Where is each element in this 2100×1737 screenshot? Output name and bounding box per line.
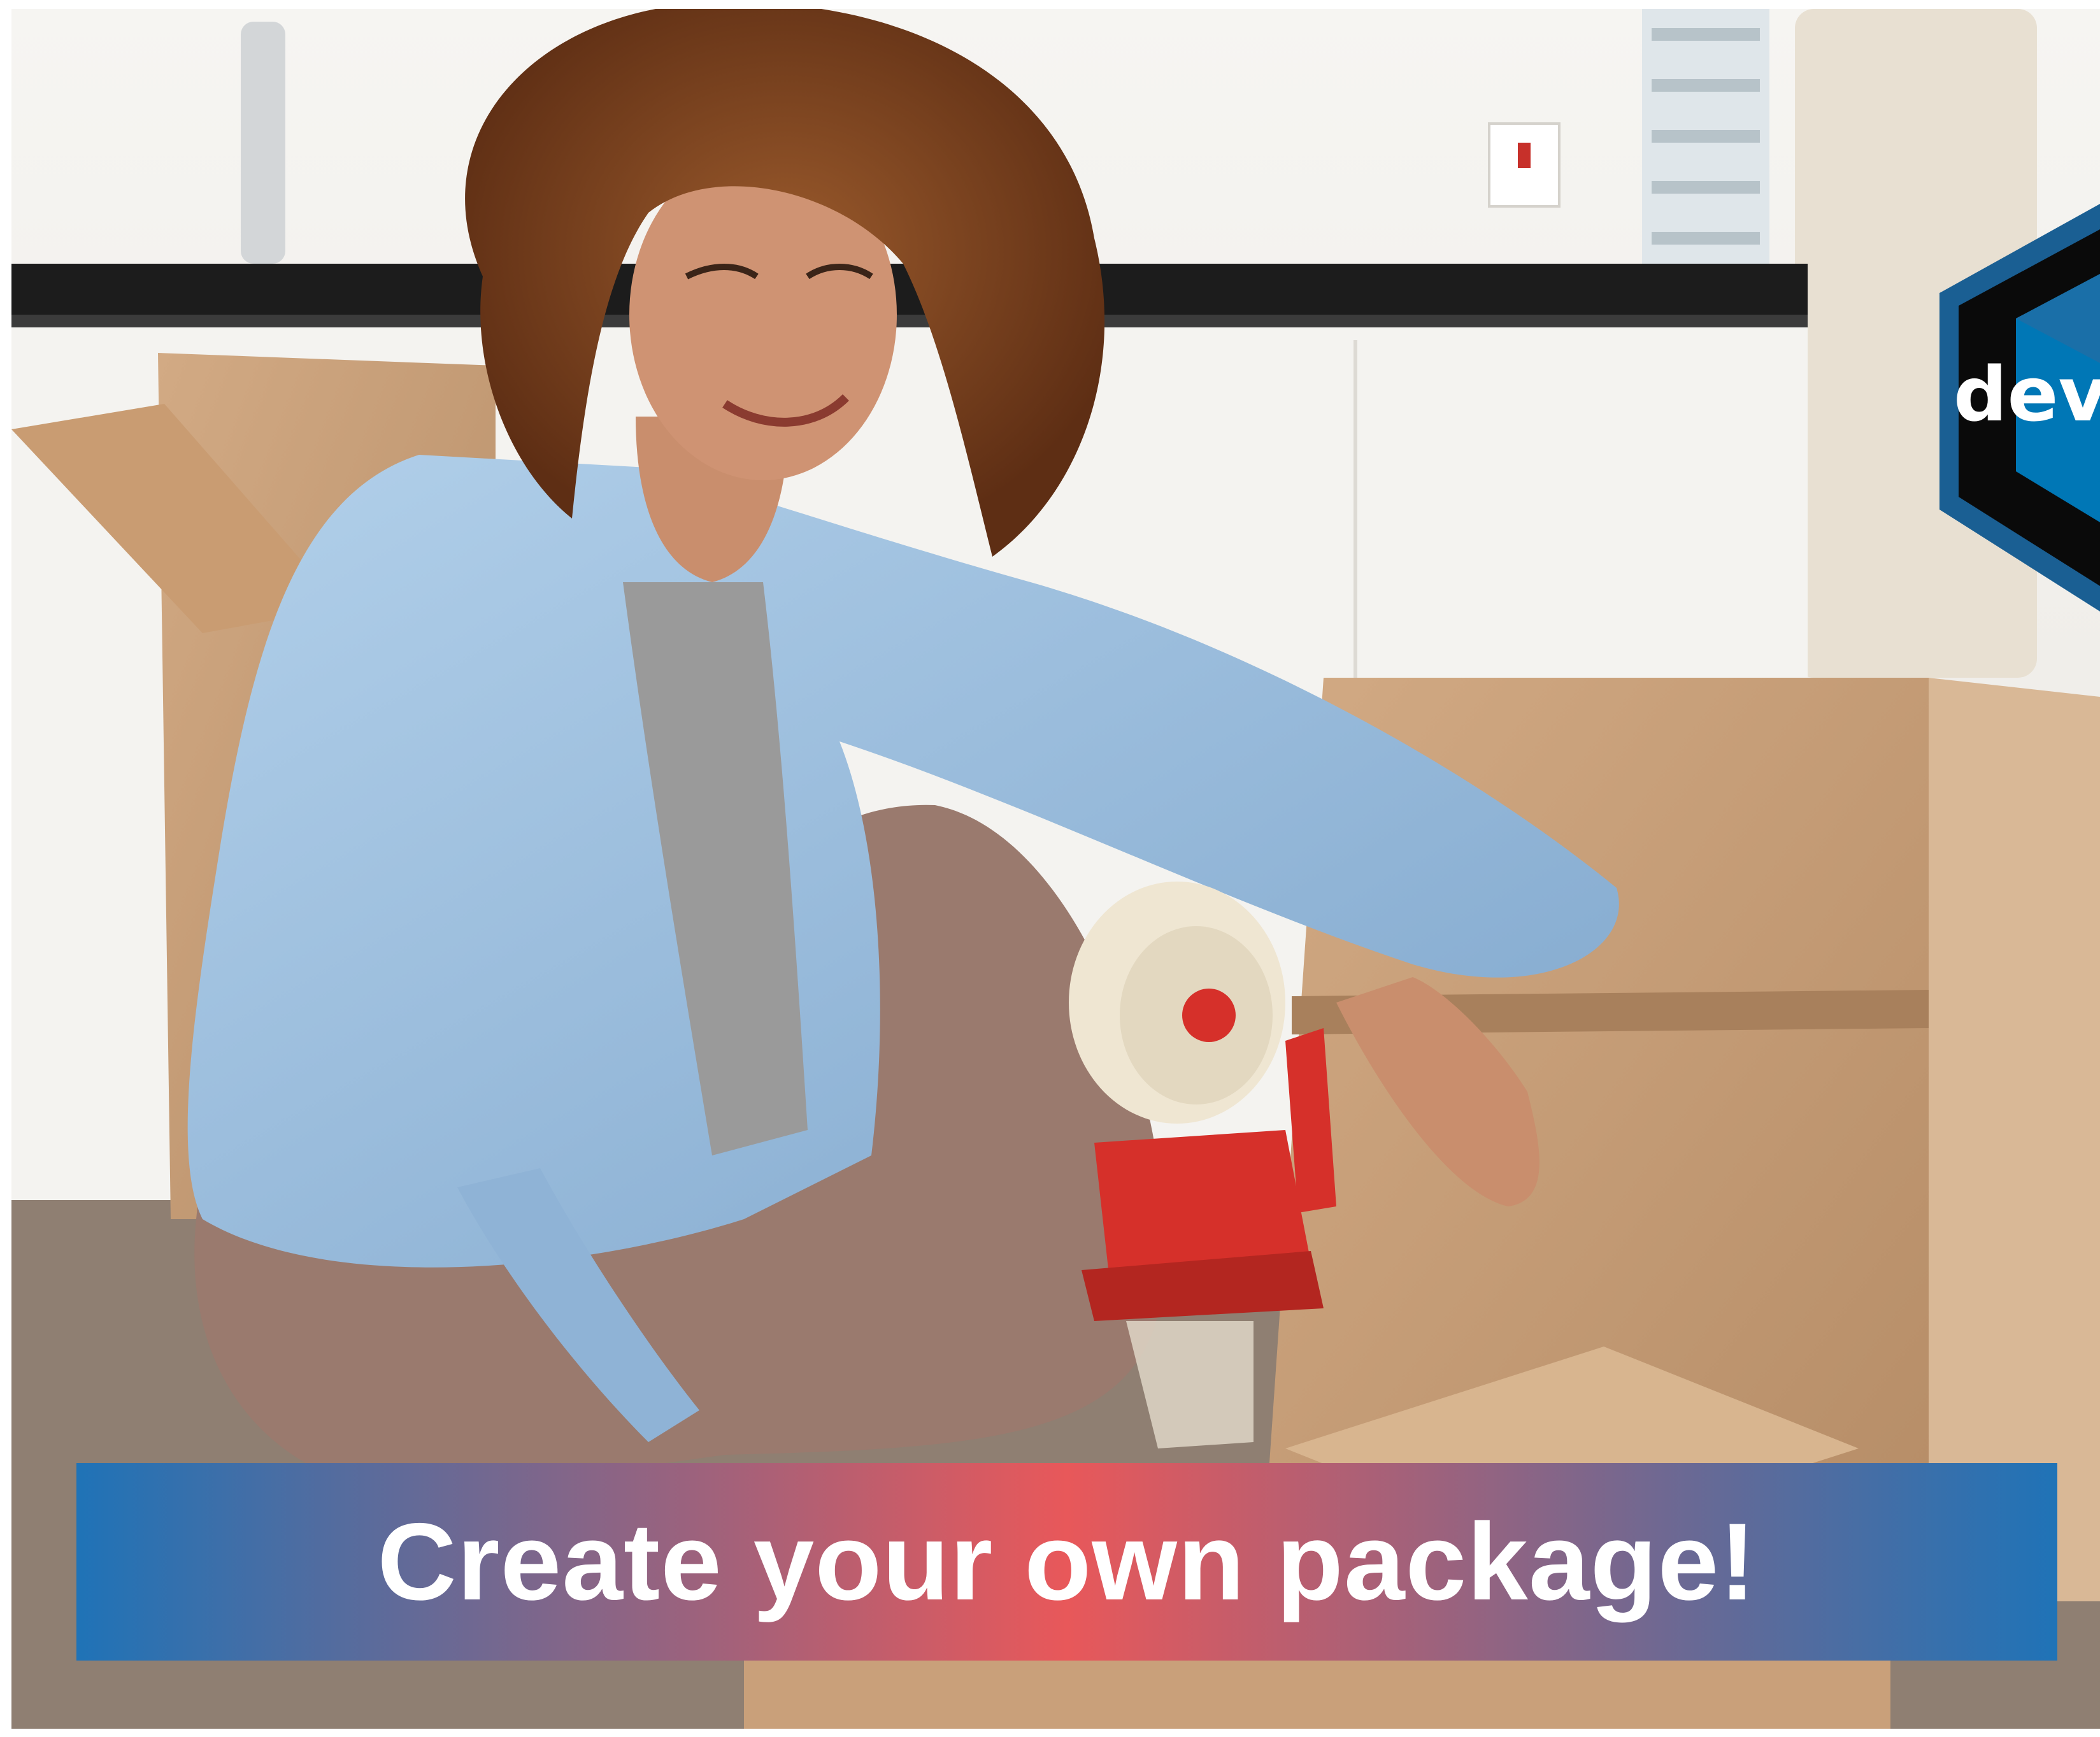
banner-title: Create your own package!: [377, 1501, 1757, 1623]
faucet: [241, 22, 285, 264]
title-banner: Create your own package!: [76, 1463, 2057, 1661]
window: [1642, 9, 1769, 302]
graphic-canvas: dev Create your own package!: [0, 0, 2100, 1737]
logo-lettering: dev: [1954, 350, 2100, 438]
hex-sticker-logo: dev: [1914, 204, 2100, 611]
